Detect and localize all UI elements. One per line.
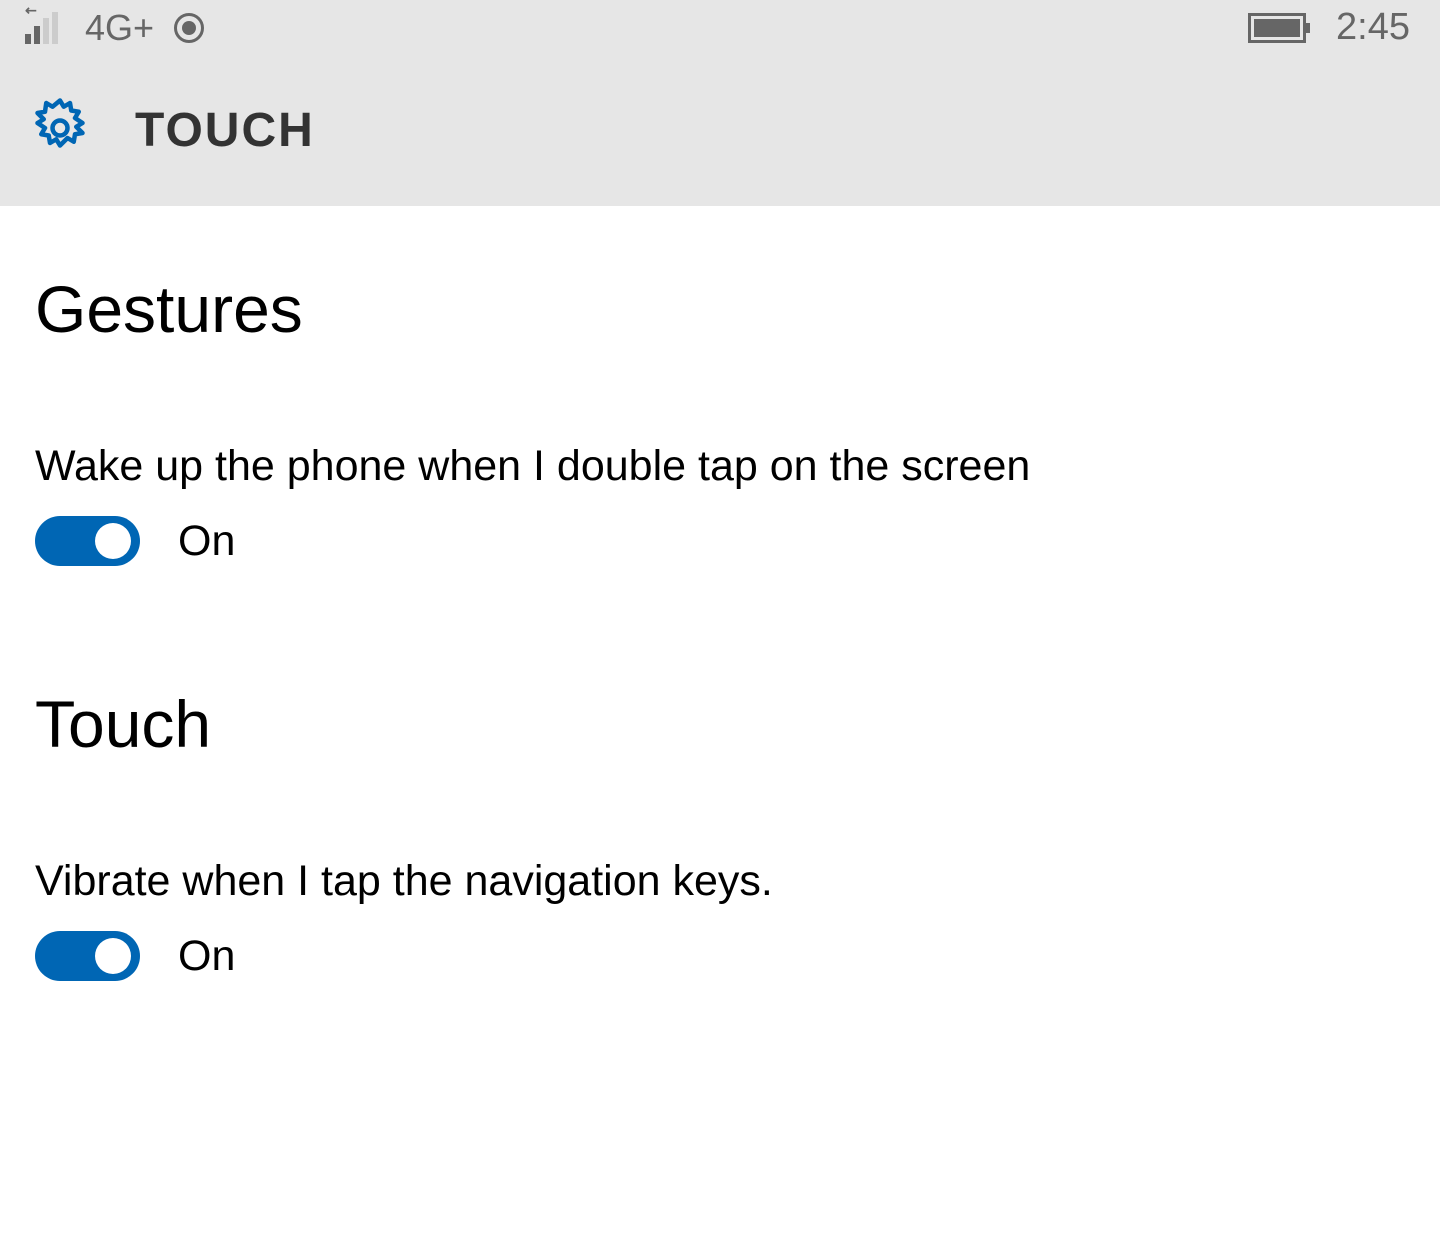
battery-icon [1248,13,1306,43]
status-left: ↖ 4G+ [25,7,204,49]
touch-heading: Touch [35,686,1405,762]
page-title: TOUCH [135,103,315,158]
double-tap-wake-label: Wake up the phone when I double tap on t… [35,442,1405,491]
vibrate-nav-row: On [35,931,1405,981]
network-type-label: 4G+ [85,7,154,49]
vibrate-nav-label: Vibrate when I tap the navigation keys. [35,857,1405,906]
status-bar: ↖ 4G+ 2:45 [0,0,1440,55]
double-tap-wake-toggle[interactable] [35,516,140,566]
double-tap-wake-row: On [35,516,1405,566]
double-tap-wake-state: On [178,517,235,566]
location-icon [174,13,204,43]
signal-icon: ↖ [25,12,65,44]
gestures-heading: Gestures [35,271,1405,347]
page-header: TOUCH [0,55,1440,206]
status-right: 2:45 [1248,6,1410,49]
settings-content: Gestures Wake up the phone when I double… [0,206,1440,981]
clock-label: 2:45 [1336,6,1410,49]
vibrate-nav-toggle[interactable] [35,931,140,981]
gear-icon [30,98,90,163]
vibrate-nav-state: On [178,932,235,981]
